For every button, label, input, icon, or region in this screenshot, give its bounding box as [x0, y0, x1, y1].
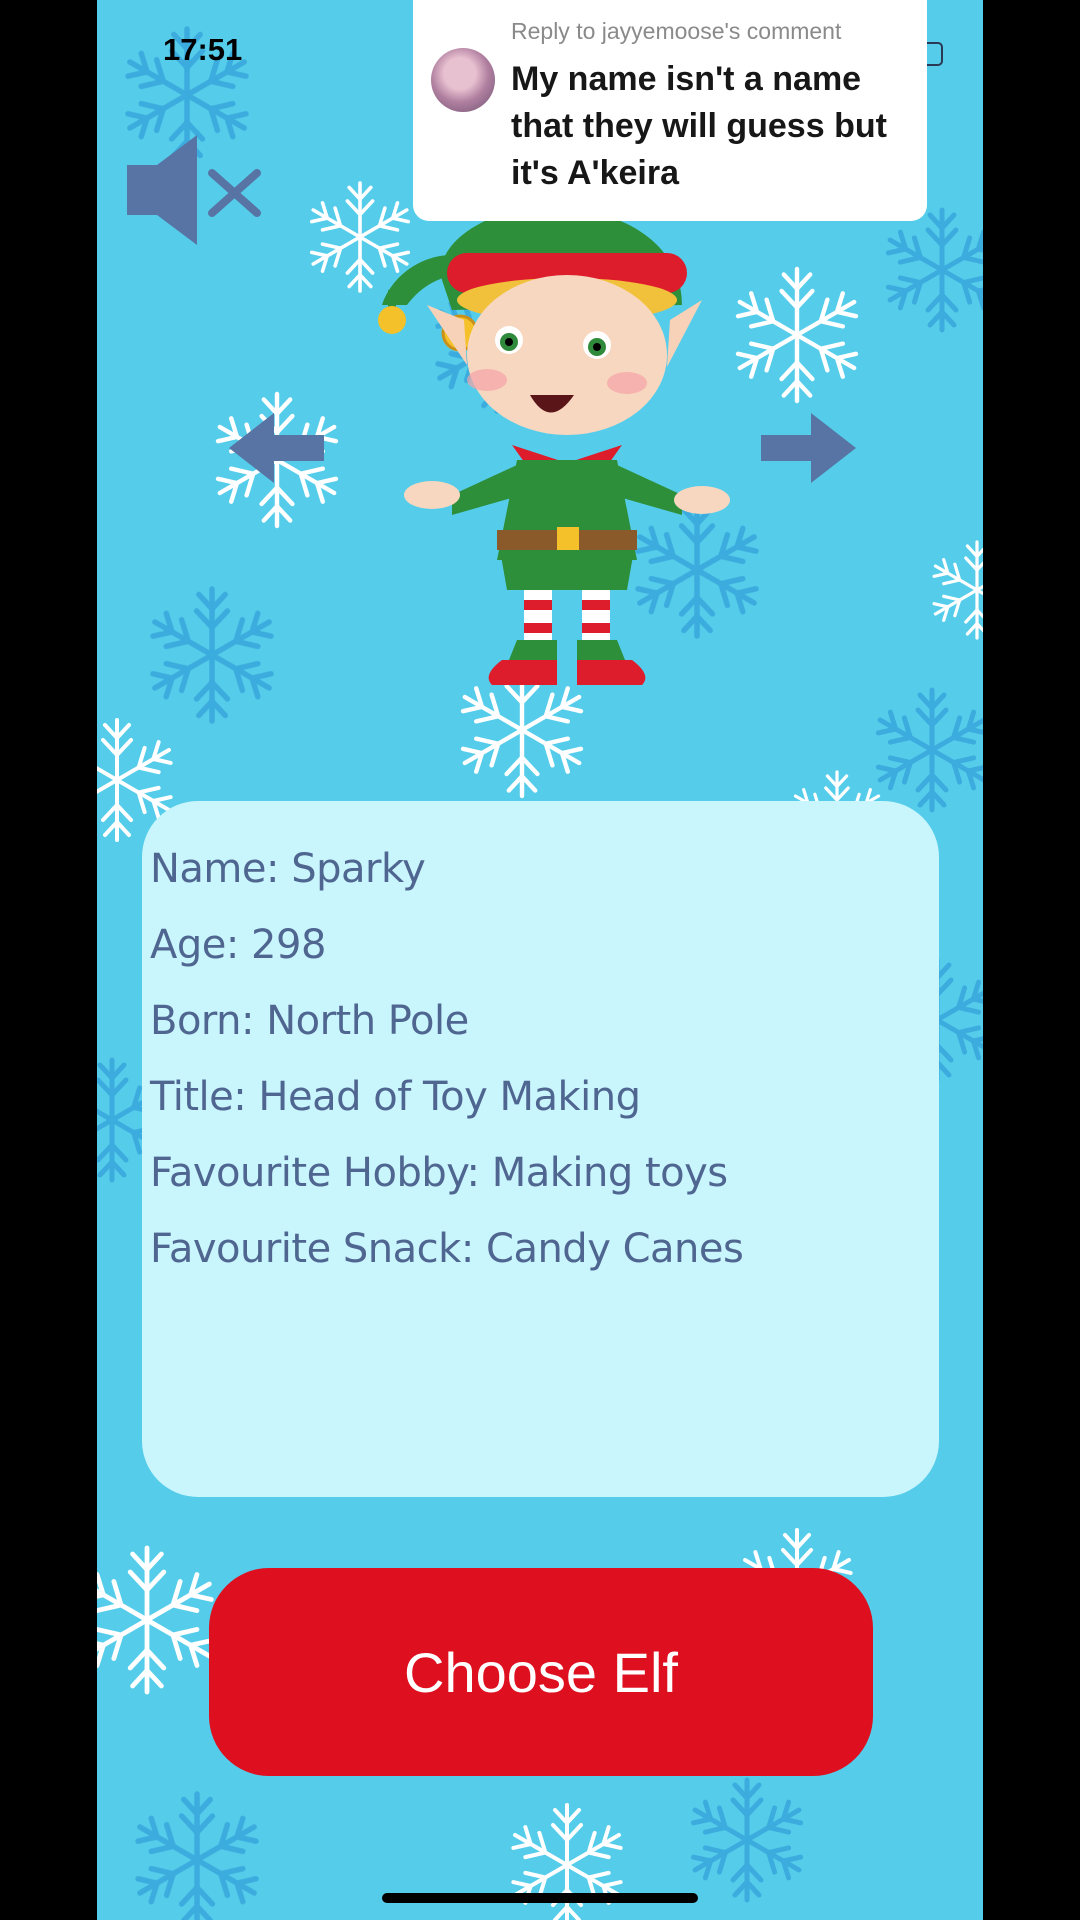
reply-comment-text: My name isn't a name that they will gues… — [511, 60, 887, 192]
choose-elf-button[interactable]: Choose Elf — [209, 1568, 873, 1776]
arrow-right-icon[interactable] — [761, 413, 856, 483]
elf-info-card: Name: Sparky Age: 298 Born: North Pole T… — [142, 801, 939, 1497]
info-snack: Favourite Snack: Candy Canes — [150, 1226, 744, 1272]
elf-info-list: Name: Sparky Age: 298 Born: North Pole T… — [150, 831, 744, 1287]
home-indicator[interactable] — [382, 1893, 698, 1903]
info-title: Title: Head of Toy Making — [150, 1074, 641, 1120]
arrow-left-icon[interactable] — [229, 413, 324, 483]
reply-comment-bubble[interactable]: Reply to jayyemoose's comment My name is… — [413, 0, 927, 221]
status-time: 17:51 — [163, 32, 243, 67]
info-hobby: Favourite Hobby: Making toys — [150, 1150, 728, 1196]
info-born: Born: North Pole — [150, 998, 469, 1044]
reply-label: Reply to jayyemoose's comment — [511, 18, 842, 44]
info-name: Name: Sparky — [150, 846, 426, 892]
elf-illustration — [378, 206, 730, 685]
speaker-muted-icon[interactable] — [127, 135, 267, 245]
commenter-avatar — [431, 48, 495, 112]
info-age: Age: 298 — [150, 922, 326, 968]
app-screen: 17:51 Reply to jayyemoose's comment My n… — [97, 0, 983, 1920]
